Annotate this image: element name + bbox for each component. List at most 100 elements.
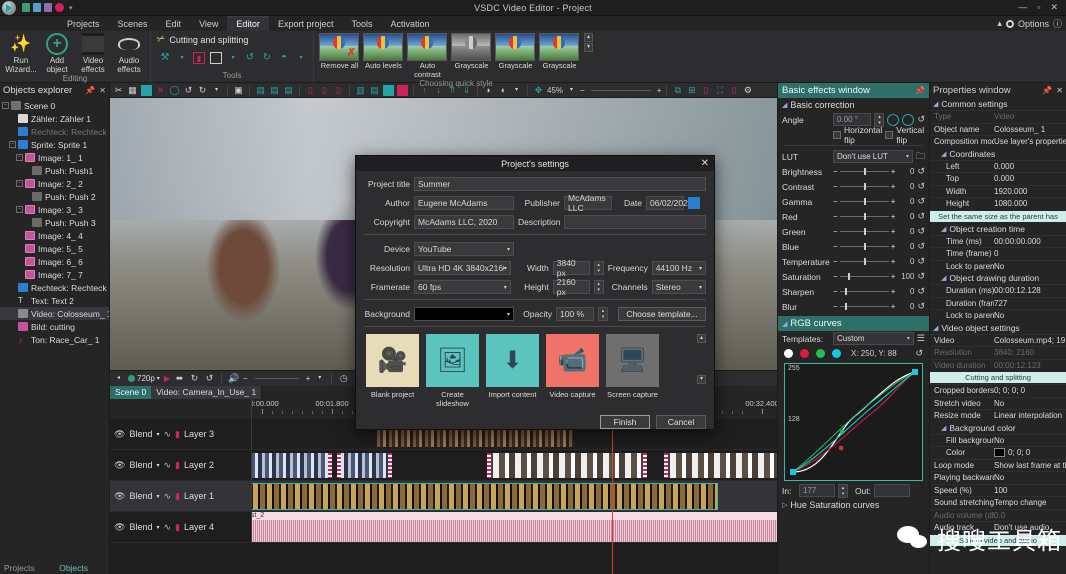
property-value[interactable]: 1080.000 (994, 199, 1066, 208)
reset-icon[interactable]: ↺ (917, 271, 925, 282)
blend-label[interactable]: Blend (129, 491, 152, 501)
slider-track[interactable] (840, 246, 889, 247)
quality-selector[interactable]: 720p ▾ (128, 374, 160, 383)
menu-tools[interactable]: Tools (342, 17, 381, 31)
slider-track[interactable] (840, 216, 889, 217)
property-row[interactable]: Left0.000 (930, 160, 1066, 173)
date-input[interactable]: 06/02/2020 (646, 196, 684, 210)
timeline-track[interactable]: 👁Blend▾∿▮Layer 1 (110, 481, 777, 512)
tree-node[interactable]: Push: Push1 (0, 164, 109, 177)
framerate-row[interactable]: Framerate 60 fps ▾ Height 2160 px ▴▾ Cha… (364, 280, 706, 294)
tab-projects-explorer[interactable]: Projects explorer (0, 562, 55, 574)
slider-row-contrast[interactable]: Contrast−+0↺ (778, 179, 929, 194)
cut-tool-icon[interactable]: ⚒ (159, 52, 171, 64)
slider-control[interactable]: −+ (833, 182, 895, 191)
property-group-header[interactable]: ◢Object creation time (930, 223, 1066, 235)
close-icon[interactable]: ✕ (99, 86, 106, 95)
blend-label[interactable]: Blend (129, 522, 152, 532)
menu-edit[interactable]: Edit (157, 17, 191, 31)
blend-label[interactable]: Blend (129, 429, 152, 439)
property-row[interactable]: Width1920.000 (930, 185, 1066, 198)
options-area[interactable]: ▴ Options ⓘ (997, 17, 1066, 30)
rulers-icon[interactable]: ⛶ (714, 85, 725, 96)
reset-icon[interactable]: ↺ (917, 301, 925, 312)
close-icon[interactable]: ✕ (1056, 86, 1063, 95)
scroll-down-icon[interactable]: ▾ (697, 375, 706, 384)
slider-track[interactable] (840, 186, 889, 187)
scroll-up-icon[interactable]: ▴ (584, 33, 593, 42)
property-row[interactable]: Playing backwardsNo (930, 471, 1066, 484)
align-left-icon[interactable]: ▤ (255, 85, 266, 96)
property-value[interactable]: No (994, 399, 1066, 408)
safe-area-icon[interactable]: ▯ (728, 85, 739, 96)
paste-icon[interactable] (141, 85, 152, 96)
property-value[interactable]: Video (994, 112, 1066, 121)
choose-template-button[interactable]: Choose template... (618, 307, 706, 321)
property-value[interactable]: 0.000 (994, 174, 1066, 183)
property-row[interactable]: Composition modeUse layer's properties (930, 135, 1066, 148)
snap-icon[interactable]: ⧉ (672, 85, 683, 96)
property-value[interactable]: 00:00:00.000 (994, 237, 1066, 246)
device-row[interactable]: Device YouTube ▾ (364, 242, 706, 256)
collapse-triangle-icon[interactable]: ◢ (941, 424, 946, 432)
clock-icon[interactable]: ◷ (338, 373, 349, 384)
property-value[interactable]: Use layer's properties (994, 137, 1066, 146)
timeline-clip[interactable] (252, 453, 332, 478)
property-value[interactable]: No (994, 473, 1066, 482)
property-row[interactable]: Fill backgroundNo (930, 434, 1066, 447)
chevron-down-icon[interactable]: ▾ (176, 52, 188, 64)
slider-track[interactable] (840, 276, 889, 277)
background-color-select[interactable]: ▾ (414, 307, 514, 321)
collapse-ribbon-icon[interactable]: ▴ (997, 18, 1002, 29)
eye-icon[interactable]: 👁 (114, 429, 125, 440)
property-row[interactable]: Color0; 0; 0 (930, 446, 1066, 459)
slider-control[interactable]: −+ (833, 302, 895, 311)
reset-icon[interactable]: ↺ (917, 181, 925, 192)
cancel-button[interactable]: Cancel (656, 415, 706, 429)
ribbon-toolbar[interactable]: ✨ Run Wizard... Add object Video effects… (0, 31, 1066, 83)
menu-scenes[interactable]: Scenes (109, 17, 157, 31)
property-value[interactable]: 0.0 (994, 511, 1066, 520)
volume-plus[interactable]: + (306, 374, 311, 383)
rgb-curves-header[interactable]: ◢ RGB curves (778, 316, 929, 331)
in-input[interactable]: 177 (799, 484, 835, 497)
collapse-triangle-icon[interactable]: ◢ (941, 225, 946, 233)
template-blank-project[interactable]: 🎥Blank project (366, 334, 419, 408)
property-value[interactable]: 0; 0; 0; 0 (994, 386, 1066, 395)
tree-node[interactable]: TText: Text 2 (0, 294, 109, 307)
template-create-slideshow[interactable]: 🖼Create slideshow (426, 334, 479, 408)
align-top-icon[interactable]: ▯ (305, 85, 316, 96)
property-row[interactable]: Resize modeLinear interpolation (930, 409, 1066, 422)
chevron-down-icon[interactable]: ▾ (156, 493, 159, 500)
collapse-triangle-icon[interactable]: ◢ (941, 274, 946, 282)
preview-zoom-slider[interactable] (591, 90, 651, 91)
property-value[interactable]: Colosseum_ 1 (994, 125, 1066, 134)
pin-icon[interactable]: 📌 (85, 86, 95, 95)
delete-icon[interactable]: ✕ (155, 85, 166, 96)
rotate-ccw-icon[interactable]: ↺ (244, 52, 256, 64)
chevron-down-icon-2[interactable]: ▾ (314, 373, 325, 384)
tree-node[interactable]: Image: 4_ 4 (0, 229, 109, 242)
property-value[interactable]: Don't use audio (994, 523, 1066, 532)
tab-scene-0[interactable]: Scene 0 (110, 386, 151, 399)
volume-minus[interactable]: − (243, 374, 248, 383)
background-row[interactable]: Background ▾ Opacity 100 % ▴▾ Choose tem… (364, 307, 706, 321)
tree-node[interactable]: -Image: 2_ 2 (0, 177, 109, 190)
property-group-header[interactable]: ◢Common settings (930, 98, 1066, 110)
editing-buttons[interactable]: ✨ Run Wizard... Add object Video effects… (4, 33, 146, 74)
pin-icon[interactable]: 📌 (1042, 86, 1052, 95)
tree-node[interactable]: -Image: 3_ 3 (0, 203, 109, 216)
loop-icon[interactable]: ↻ (189, 373, 200, 384)
chevron-left-icon[interactable]: ◂ (113, 373, 124, 384)
rotate-free-icon[interactable]: ◓ (278, 52, 290, 64)
publisher-input[interactable]: McAdams LLC (564, 196, 612, 210)
slider-control[interactable]: −+ (833, 212, 895, 221)
collapse-triangle-icon[interactable]: ◢ (933, 324, 938, 332)
expand-toggle-icon[interactable]: - (16, 180, 23, 187)
template-scroll-buttons[interactable]: ▴ ▾ (697, 334, 706, 384)
waveform-icon[interactable]: ∿ (163, 491, 171, 502)
reset-icon[interactable]: ↺ (917, 256, 925, 267)
frequency-select[interactable]: 44100 Hz ▾ (652, 261, 706, 275)
finish-button[interactable]: Finish (600, 415, 650, 429)
pin-icon[interactable]: 📌 (915, 86, 925, 95)
